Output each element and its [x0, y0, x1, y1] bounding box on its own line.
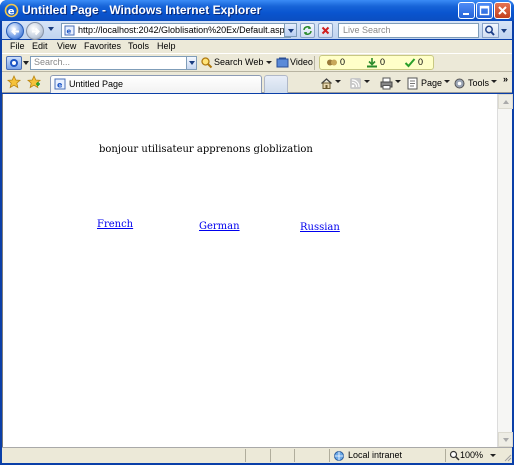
menu-bar: File Edit View Favorites Tools Help	[2, 40, 512, 54]
link-french[interactable]: French	[97, 219, 133, 230]
refresh-button[interactable]	[300, 23, 315, 38]
gear-icon	[454, 78, 465, 89]
tools-menu-button[interactable]: Tools	[468, 78, 489, 88]
recent-pages-dropdown[interactable]	[48, 27, 54, 31]
resize-grip-icon[interactable]	[502, 452, 512, 462]
back-arrow-icon	[11, 27, 19, 36]
search-icon	[485, 25, 495, 36]
search-options-dropdown[interactable]	[500, 23, 508, 38]
search-web-icon	[201, 57, 213, 69]
checkmark-icon	[404, 58, 416, 68]
zoom-dropdown[interactable]	[490, 454, 496, 457]
toolbar-separator	[314, 56, 315, 70]
scroll-up-button[interactable]	[498, 94, 513, 109]
back-button[interactable]	[6, 22, 24, 40]
video-icon	[276, 57, 289, 68]
minimize-button[interactable]	[458, 2, 475, 19]
live-search-input[interactable]: Live Search	[338, 23, 479, 38]
minimize-icon	[463, 13, 469, 15]
badge-count-2: 0	[380, 57, 386, 67]
menu-help[interactable]: Help	[157, 41, 176, 51]
link-russian[interactable]: Russian	[300, 222, 340, 233]
vertical-scrollbar[interactable]	[497, 94, 513, 447]
page-icon: e	[54, 78, 66, 90]
address-field[interactable]: e http://localhost:2042/Globlisation%20E…	[61, 23, 291, 38]
search-web-button[interactable]: Search Web	[214, 57, 263, 67]
forward-button[interactable]	[26, 22, 44, 40]
address-url: http://localhost:2042/Globlisation%20Ex/…	[78, 25, 290, 35]
page-menu-button[interactable]: Page	[421, 78, 442, 88]
feeds-dropdown[interactable]	[364, 80, 370, 83]
svg-text:e: e	[57, 81, 63, 90]
greeting-text: bonjour utilisateur apprenons globlizati…	[99, 144, 313, 155]
address-toolbar: e http://localhost:2042/Globlisation%20E…	[2, 21, 512, 40]
menu-favorites[interactable]: Favorites	[84, 41, 121, 51]
page-menu-icon	[407, 77, 418, 90]
scroll-down-button[interactable]	[498, 432, 513, 447]
svg-text:e: e	[8, 7, 15, 18]
status-separator	[270, 449, 271, 462]
home-dropdown[interactable]	[335, 80, 341, 83]
menu-edit[interactable]: Edit	[32, 41, 48, 51]
menu-file[interactable]: File	[10, 41, 25, 51]
maximize-button[interactable]	[476, 2, 493, 19]
page-viewport: bonjour utilisateur apprenons globlizati…	[2, 94, 497, 447]
badge-count-3: 0	[418, 57, 424, 67]
browser-window: e Untitled Page - Windows Internet Explo…	[0, 0, 514, 465]
video-button[interactable]: Video	[290, 57, 313, 67]
window-title: Untitled Page - Windows Internet Explore…	[22, 3, 262, 17]
print-dropdown[interactable]	[395, 80, 401, 83]
ie-logo-icon: e	[4, 3, 19, 18]
tab-untitled-page[interactable]: e Untitled Page	[50, 75, 262, 93]
status-separator	[294, 449, 295, 462]
new-tab-button[interactable]	[264, 75, 288, 93]
close-icon	[498, 6, 507, 15]
notification-badge-bar: 0 0 0	[319, 55, 434, 70]
zoom-icon	[449, 450, 460, 461]
print-icon[interactable]	[380, 77, 393, 90]
stop-icon	[321, 26, 330, 35]
link-german[interactable]: German	[199, 221, 240, 232]
tab-label: Untitled Page	[69, 79, 124, 89]
stop-button[interactable]	[318, 23, 333, 38]
page-menu-dropdown[interactable]	[444, 80, 450, 83]
toolbar-search-placeholder: Search...	[34, 57, 71, 67]
forward-arrow-icon	[32, 27, 40, 36]
menu-view[interactable]: View	[57, 41, 76, 51]
search-toolbar: Search... Search Web Video 0 0 0	[2, 54, 512, 72]
close-button[interactable]	[494, 2, 511, 19]
status-separator	[329, 449, 330, 462]
svg-text:e: e	[67, 28, 72, 36]
zoom-level[interactable]: 100%	[460, 450, 483, 460]
title-bar[interactable]: e Untitled Page - Windows Internet Explo…	[0, 0, 514, 21]
live-search-placeholder: Live Search	[343, 25, 391, 35]
badge-count-1: 0	[340, 57, 346, 67]
feeds-icon[interactable]	[349, 77, 362, 90]
toolbar-search-dropdown[interactable]	[186, 56, 197, 70]
cookie-icon	[327, 59, 337, 66]
toolbar-logo-dropdown[interactable]	[23, 61, 29, 65]
add-favorite-icon[interactable]	[27, 75, 41, 89]
chevron-right-icon[interactable]: »	[503, 74, 508, 84]
intranet-zone-icon	[334, 451, 344, 461]
home-icon[interactable]	[320, 77, 333, 90]
tab-bar: e Untitled Page Page Tools »	[2, 72, 512, 93]
download-icon	[367, 58, 377, 68]
search-go-button[interactable]	[482, 23, 499, 38]
status-separator	[245, 449, 246, 462]
toolbar-logo-icon	[10, 59, 18, 67]
status-bar: Local intranet 100%	[2, 447, 512, 463]
security-zone-label[interactable]: Local intranet	[348, 450, 402, 460]
maximize-icon	[479, 5, 490, 16]
tools-menu-dropdown[interactable]	[491, 80, 497, 83]
toolbar-logo-button[interactable]	[6, 56, 22, 70]
refresh-icon	[303, 26, 312, 35]
toolbar-search-input[interactable]: Search...	[30, 56, 196, 70]
favorites-center-icon[interactable]	[7, 75, 21, 89]
page-icon: e	[64, 25, 75, 36]
address-dropdown[interactable]	[284, 23, 297, 37]
menu-tools[interactable]: Tools	[128, 41, 149, 51]
search-web-dropdown[interactable]	[266, 61, 272, 64]
status-separator	[445, 449, 446, 462]
